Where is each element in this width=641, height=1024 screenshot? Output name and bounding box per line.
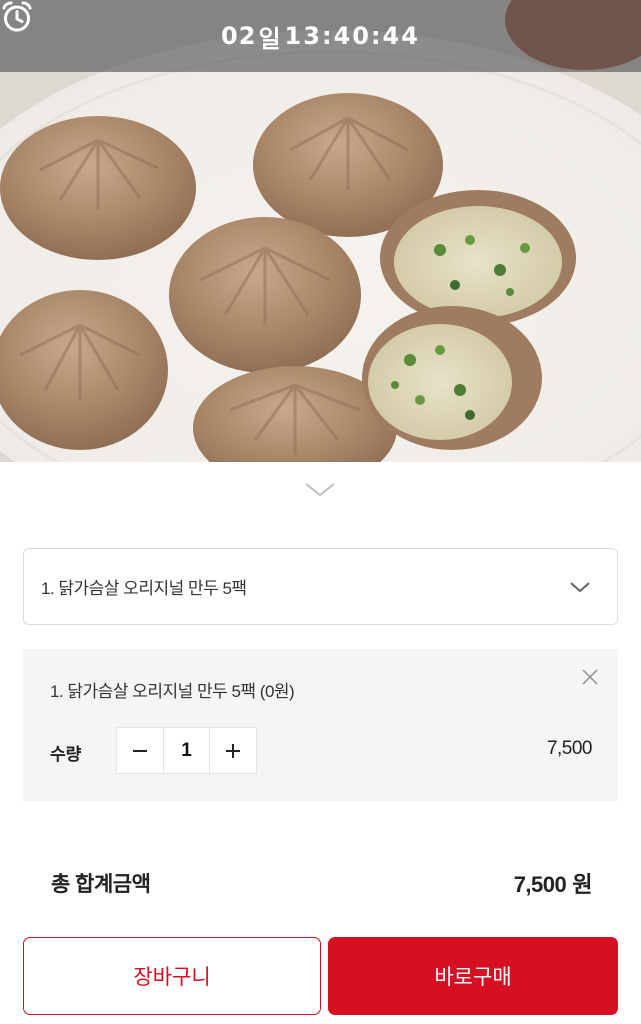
alarm-clock-icon bbox=[2, 1, 32, 32]
timer-day-unit: 일 bbox=[258, 24, 281, 53]
timer-time: 13:40:44 bbox=[284, 22, 420, 50]
dumpling-1 bbox=[0, 116, 196, 260]
total-label: 총 합계금액 bbox=[51, 873, 151, 896]
option-select[interactable]: 1. 닭가슴살 오리지널 만두 5팩 bbox=[23, 548, 618, 625]
quantity-decrement-button[interactable] bbox=[117, 728, 163, 773]
quantity-value[interactable]: 1 bbox=[163, 728, 210, 773]
chevron-down-icon bbox=[570, 581, 590, 592]
dumpling-3 bbox=[169, 217, 361, 373]
dumpling-4 bbox=[0, 290, 168, 450]
selected-option-item: 1. 닭가슴살 오리지널 만두 5팩 (0원) 수량 1 7,500 bbox=[23, 649, 618, 801]
buy-now-button[interactable]: 바로구매 bbox=[328, 937, 618, 1015]
total-amount: 7,500 bbox=[513, 872, 567, 897]
quantity-stepper: 1 bbox=[116, 727, 257, 774]
add-to-cart-button[interactable]: 장바구니 bbox=[23, 937, 321, 1015]
quantity-label: 수량 bbox=[50, 745, 82, 764]
minus-icon bbox=[133, 749, 147, 752]
countdown-timer: 02 일 13:40:44 bbox=[0, 0, 641, 72]
option-select-label: 1. 닭가슴살 오리지널 만두 5팩 bbox=[41, 579, 247, 598]
close-icon[interactable] bbox=[579, 666, 601, 688]
dumpling-cut-2 bbox=[362, 306, 542, 450]
total-currency: 원 bbox=[572, 872, 592, 897]
timer-days: 02 bbox=[221, 22, 257, 50]
selected-option-name: 1. 닭가슴살 오리지널 만두 5팩 (0원) bbox=[50, 682, 295, 701]
total-price: 7,500 원 bbox=[513, 867, 593, 899]
product-image: 02 일 13:40:44 bbox=[0, 0, 641, 462]
chevron-down-icon[interactable] bbox=[303, 478, 337, 500]
plus-icon bbox=[226, 743, 240, 758]
quantity-increment-button[interactable] bbox=[210, 728, 256, 773]
option-price: 7,500 bbox=[546, 738, 593, 759]
dumpling-cut-1 bbox=[380, 190, 576, 326]
